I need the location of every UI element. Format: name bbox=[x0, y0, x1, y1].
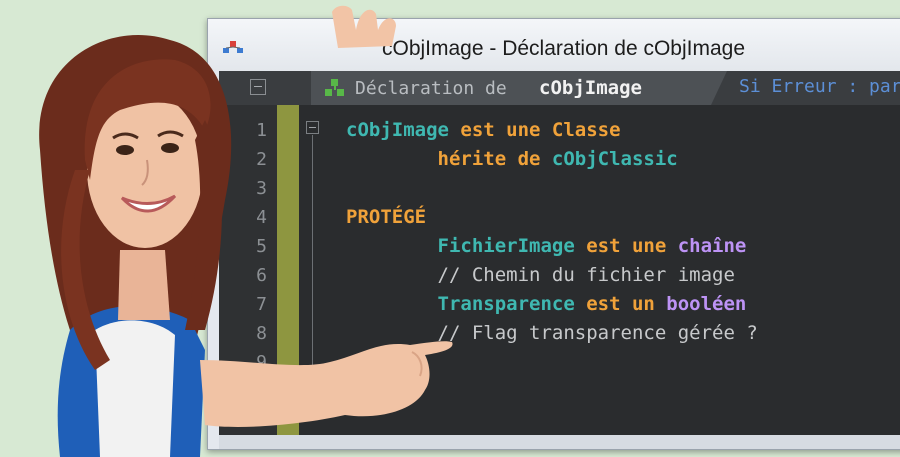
line-number: 7 bbox=[256, 294, 267, 315]
code-line-4: PROTÉGÉ bbox=[346, 206, 426, 234]
tab-strip: Déclaration de cObjImage Si Erreur : par bbox=[219, 71, 900, 105]
member-token: Transparence bbox=[346, 293, 575, 315]
line-number: 4 bbox=[256, 207, 267, 228]
line-number: 2 bbox=[256, 149, 267, 170]
keyword-token: hérite de bbox=[346, 148, 552, 170]
line-number: 10 bbox=[245, 381, 267, 402]
code-line-10: FIN bbox=[346, 380, 381, 402]
parent-class-token: cObjClassic bbox=[551, 148, 678, 170]
editor-window: cObjImage - Déclaration de cObjImage Déc… bbox=[207, 18, 900, 450]
keyword-token: est un bbox=[574, 293, 667, 315]
tab-declaration[interactable]: Déclaration de cObjImage bbox=[311, 71, 727, 105]
line-number: 11 bbox=[245, 410, 267, 431]
window-title: cObjImage - Déclaration de cObjImage bbox=[382, 37, 745, 60]
code-line-7: Transparence est un booléen bbox=[346, 293, 747, 321]
line-number: 5 bbox=[256, 236, 267, 257]
type-token: chaîne bbox=[677, 235, 747, 257]
class-icon bbox=[223, 41, 243, 53]
error-handling-hint[interactable]: Si Erreur : par bbox=[739, 76, 900, 97]
line-number: 6 bbox=[256, 265, 267, 286]
tab-label-prefix: Déclaration de bbox=[355, 78, 507, 99]
code-line-1: cObjImage est une Classe bbox=[346, 119, 621, 147]
change-marker-bar bbox=[277, 105, 299, 435]
line-number: 3 bbox=[256, 178, 267, 199]
declaration-icon bbox=[325, 79, 344, 96]
tab-label-name: cObjImage bbox=[539, 77, 642, 99]
keyword-token: PROTÉGÉ bbox=[346, 206, 427, 228]
fold-guide-end bbox=[312, 375, 320, 376]
code-editor[interactable]: 1 2 3 4 5 6 7 8 9 10 11 cObjImage est un… bbox=[219, 105, 900, 449]
title-bar[interactable]: cObjImage - Déclaration de cObjImage bbox=[208, 19, 900, 71]
line-number: 1 bbox=[256, 120, 267, 141]
line-number: 8 bbox=[256, 323, 267, 344]
code-line-8: // Flag transparence gérée ? bbox=[346, 322, 758, 344]
status-strip bbox=[219, 435, 900, 449]
type-token: booléen bbox=[666, 293, 747, 315]
line-number: 9 bbox=[256, 352, 267, 373]
line-number-gutter: 1 2 3 4 5 6 7 8 9 10 11 bbox=[219, 105, 277, 435]
code-line-6: // Chemin du fichier image bbox=[346, 264, 735, 286]
keyword-token: est une bbox=[574, 235, 678, 257]
keyword-token: est une Classe bbox=[448, 119, 621, 141]
fold-minus-icon[interactable] bbox=[306, 121, 319, 134]
code-line-2: hérite de cObjClassic bbox=[346, 148, 678, 176]
class-name-token: cObjImage bbox=[346, 119, 449, 141]
member-token: FichierImage bbox=[346, 235, 575, 257]
fold-guide bbox=[312, 135, 313, 375]
collapse-all-icon[interactable] bbox=[250, 79, 266, 95]
code-line-5: FichierImage est une chaîne bbox=[346, 235, 747, 263]
